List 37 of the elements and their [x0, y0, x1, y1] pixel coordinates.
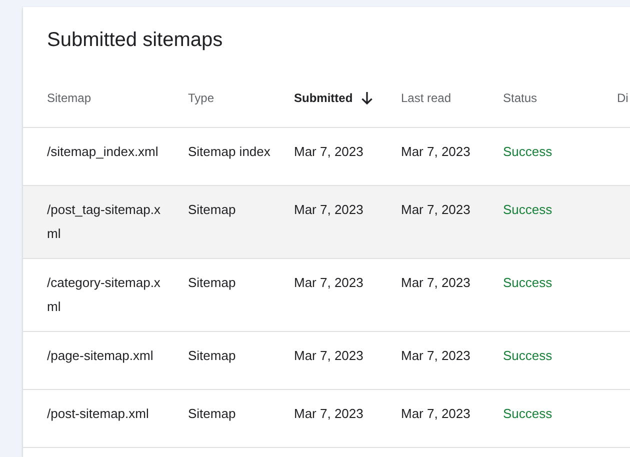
table-cell: Mar 7, 2023: [294, 406, 364, 421]
sitemap-url[interactable]: /post_tag-sitemap.xml: [47, 198, 168, 246]
table-cell: Sitemap index: [188, 144, 270, 159]
sitemap-url[interactable]: /page-sitemap.xml: [47, 344, 168, 368]
column-header[interactable]: Type: [188, 89, 294, 107]
table-row[interactable]: /post_tag-sitemap.xml Sitemap Mar 7, 2023 Mar 7, 2023 Success: [23, 186, 630, 259]
down-arrow-icon: [360, 91, 373, 105]
table-cell: Mar 7, 2023: [401, 202, 470, 217]
table-cell: Mar 7, 2023: [294, 348, 364, 363]
column-header[interactable]: Status: [503, 89, 617, 107]
table-cell: Mar 7, 2023: [401, 406, 470, 421]
status-text: Success: [503, 406, 552, 421]
status-text: Success: [503, 275, 552, 290]
column-header[interactable]: Di: [617, 89, 630, 107]
column-header[interactable]: Sitemap: [47, 89, 188, 107]
table-row[interactable]: /category-sitemap.xml Sitemap Mar 7, 2023 Mar 7, 2023 Success: [23, 259, 630, 332]
table-row[interactable]: /page-sitemap.xml Sitemap Mar 7, 2023 Mar 7, 2023 Success: [23, 332, 630, 390]
column-header[interactable]: Last read: [401, 89, 503, 107]
card-title: Submitted sitemaps: [46, 28, 224, 53]
table-cell: Sitemap: [188, 275, 236, 290]
column-header[interactable]: Submitted: [294, 89, 401, 107]
table-cell: Mar 7, 2023: [401, 144, 470, 159]
status-text: Success: [503, 348, 552, 363]
table-cell: Sitemap: [188, 406, 236, 421]
sitemap-url[interactable]: /category-sitemap.xml: [47, 271, 168, 319]
table-cell: Mar 7, 2023: [294, 202, 364, 217]
sitemap-url[interactable]: /sitemap_index.xml: [47, 140, 168, 164]
table-cell: Sitemap: [188, 348, 236, 363]
table-row[interactable]: /post-sitemap.xml Sitemap Mar 7, 2023 Mar 7, 2023 Success: [23, 390, 630, 448]
table-cell: Mar 7, 2023: [401, 275, 470, 290]
table-cell: Mar 7, 2023: [294, 275, 364, 290]
status-text: Success: [503, 202, 552, 217]
table-cell: Mar 7, 2023: [401, 348, 470, 363]
sitemap-url[interactable]: /post-sitemap.xml: [47, 402, 168, 426]
table-cell: Sitemap: [188, 202, 236, 217]
status-text: Success: [503, 144, 552, 159]
table-cell: Mar 7, 2023: [294, 144, 364, 159]
